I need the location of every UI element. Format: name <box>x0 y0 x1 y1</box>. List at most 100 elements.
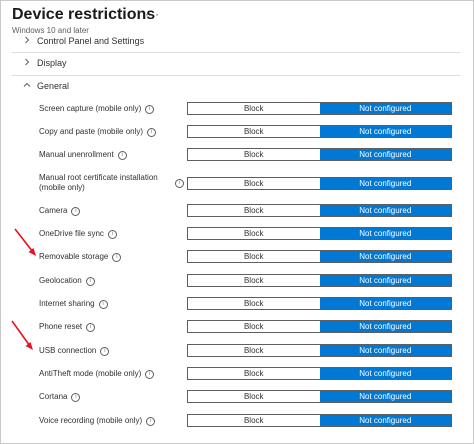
setting-row: Screen capture (mobile only) i Block Not co… <box>1 98 473 120</box>
blade: Device restrictions ··· Windows 10 and l… <box>0 0 474 444</box>
setting-label: Geolocation i <box>39 270 184 292</box>
setting-label: Camera i <box>39 200 184 222</box>
section-control-panel[interactable]: Control Panel and Settings <box>23 32 144 50</box>
setting-label-text: Manual root certificate installation (mo… <box>39 173 158 192</box>
divider <box>12 75 460 76</box>
setting-row: AntiTheft mode (mobile only) i Block Not co… <box>1 363 473 385</box>
not-configured-option[interactable]: Not configured <box>319 391 451 402</box>
block-option[interactable]: Block <box>188 228 320 239</box>
setting-label: Manual unenrollment i <box>39 144 184 166</box>
info-icon[interactable]: i <box>86 322 96 332</box>
setting-row: Geolocation i Block Not configured <box>1 270 473 292</box>
block-toggle: Block Not configured <box>187 414 452 427</box>
block-toggle: Block Not configured <box>187 274 452 287</box>
block-toggle: Block Not configured <box>187 390 452 403</box>
setting-row: OneDrive file sync i Block Not configured <box>1 223 473 245</box>
setting-label-text: Screen capture (mobile only) <box>39 104 142 113</box>
setting-row: Manual root certificate installation (mo… <box>1 168 473 198</box>
block-option[interactable]: Block <box>188 415 320 426</box>
setting-label: OneDrive file sync i <box>39 223 184 245</box>
block-toggle: Block Not configured <box>187 227 452 240</box>
divider <box>12 52 460 53</box>
block-toggle: Block Not configured <box>187 250 452 263</box>
setting-label-text: Geolocation <box>39 276 82 285</box>
annotation-arrow-icon <box>14 228 36 256</box>
not-configured-option[interactable]: Not configured <box>319 415 451 426</box>
not-configured-option[interactable]: Not configured <box>319 345 451 356</box>
info-icon[interactable]: i <box>71 392 81 402</box>
block-option[interactable]: Block <box>188 368 320 379</box>
block-toggle: Block Not configured <box>187 297 452 310</box>
block-option[interactable]: Block <box>188 126 320 137</box>
not-configured-option[interactable]: Not configured <box>319 103 451 114</box>
setting-label-text: USB connection <box>39 346 97 355</box>
block-option[interactable]: Block <box>188 149 320 160</box>
block-option[interactable]: Block <box>188 298 320 309</box>
setting-label: AntiTheft mode (mobile only) i <box>39 363 184 385</box>
info-icon[interactable]: i <box>175 178 184 188</box>
info-icon[interactable]: i <box>112 252 122 262</box>
info-icon[interactable]: i <box>100 346 110 356</box>
chevron-right-icon <box>23 36 37 46</box>
not-configured-option[interactable]: Not configured <box>319 321 451 332</box>
block-toggle: Block Not configured <box>187 102 452 115</box>
block-toggle: Block Not configured <box>187 148 452 161</box>
setting-label-text: Manual unenrollment <box>39 150 114 159</box>
block-option[interactable]: Block <box>188 178 320 189</box>
block-toggle: Block Not configured <box>187 177 452 190</box>
chevron-right-icon <box>23 58 37 68</box>
setting-label: Screen capture (mobile only) i <box>39 98 184 120</box>
setting-row: Phone reset i Block Not configured <box>1 316 473 338</box>
section-label: General <box>37 81 70 91</box>
setting-label-text: Voice recording (mobile only) <box>39 416 143 425</box>
setting-row: Removable storage i Block Not configured <box>1 246 473 268</box>
not-configured-option[interactable]: Not configured <box>319 205 451 216</box>
not-configured-option[interactable]: Not configured <box>319 368 451 379</box>
more-options-button[interactable]: ··· <box>145 7 160 21</box>
setting-label-text: OneDrive file sync <box>39 229 104 238</box>
setting-label: Copy and paste (mobile only) i <box>39 121 184 143</box>
setting-label-text: Removable storage <box>39 252 109 261</box>
section-general[interactable]: General <box>23 77 69 95</box>
block-option[interactable]: Block <box>188 275 320 286</box>
info-icon[interactable]: i <box>145 369 155 379</box>
block-option[interactable]: Block <box>188 391 320 402</box>
setting-row: USB connection i Block Not configured <box>1 340 473 362</box>
annotation-arrow-icon <box>11 320 33 350</box>
not-configured-option[interactable]: Not configured <box>319 149 451 160</box>
block-toggle: Block Not configured <box>187 367 452 380</box>
block-option[interactable]: Block <box>188 103 320 114</box>
not-configured-option[interactable]: Not configured <box>319 228 451 239</box>
not-configured-option[interactable]: Not configured <box>319 298 451 309</box>
block-option[interactable]: Block <box>188 205 320 216</box>
section-label: Control Panel and Settings <box>37 36 145 46</box>
setting-label: Manual root certificate installation (mo… <box>39 168 184 198</box>
info-icon[interactable]: i <box>146 416 156 426</box>
block-option[interactable]: Block <box>188 251 320 262</box>
info-icon[interactable]: i <box>145 104 155 114</box>
not-configured-option[interactable]: Not configured <box>319 178 451 189</box>
setting-label-text: Phone reset <box>39 322 83 331</box>
setting-label: Phone reset i <box>39 316 184 338</box>
setting-row: Manual unenrollment i Block Not configured <box>1 144 473 166</box>
info-icon[interactable]: i <box>98 299 108 309</box>
block-option[interactable]: Block <box>188 345 320 356</box>
setting-row: Internet sharing i Block Not configured <box>1 293 473 315</box>
setting-label-text: Camera <box>39 206 68 215</box>
info-icon[interactable]: i <box>147 127 157 137</box>
setting-label-text: Cortana <box>39 392 68 401</box>
info-icon[interactable]: i <box>85 276 95 286</box>
info-icon[interactable]: i <box>107 229 117 239</box>
setting-label-text: AntiTheft mode (mobile only) <box>39 369 142 378</box>
info-icon[interactable]: i <box>117 150 127 160</box>
not-configured-option[interactable]: Not configured <box>319 275 451 286</box>
block-option[interactable]: Block <box>188 321 320 332</box>
not-configured-option[interactable]: Not configured <box>319 126 451 137</box>
setting-row: Copy and paste (mobile only) i Block Not co… <box>1 121 473 143</box>
not-configured-option[interactable]: Not configured <box>319 251 451 262</box>
setting-row: Voice recording (mobile only) i Block Not c… <box>1 410 473 432</box>
section-display[interactable]: Display <box>23 54 67 72</box>
chevron-up-icon <box>23 81 37 91</box>
info-icon[interactable]: i <box>71 206 81 216</box>
section-label: Display <box>37 58 67 68</box>
